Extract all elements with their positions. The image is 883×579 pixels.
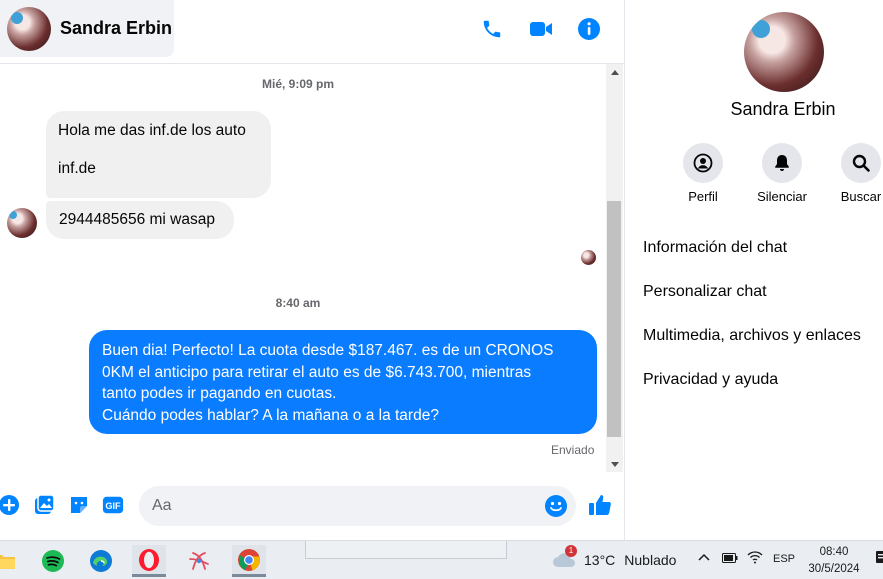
windows-taskbar: 1 13°C Nublado ESP 08:40 30/5/2024 [0, 540, 883, 579]
search-icon [841, 143, 881, 183]
spotify-icon[interactable] [36, 545, 70, 577]
gif-icon[interactable]: GIF [102, 494, 124, 516]
incoming-message[interactable]: Hola me das inf.de los auto inf.de [46, 111, 271, 198]
message-timestamp: 8:40 am [275, 296, 321, 310]
bell-icon [762, 143, 802, 183]
incoming-message[interactable]: 2944485656 mi wasap [46, 201, 234, 239]
app-icon[interactable] [182, 545, 216, 577]
contact-avatar [7, 6, 51, 51]
contact-profile-name: Sandra Erbin [730, 99, 836, 119]
scroll-down-arrow-icon[interactable] [606, 458, 623, 470]
contact-profile-avatar[interactable] [744, 12, 824, 92]
message-text: Hola me das inf.de los auto [58, 122, 246, 139]
profile-button[interactable]: Perfil [663, 143, 743, 204]
privacy-help-menu-item[interactable]: Privacidad y ayuda [643, 371, 778, 389]
chat-header: Sandra Erbin [0, 0, 624, 64]
weather-alert-badge: 1 [565, 545, 577, 557]
message-composer: GIF [0, 472, 624, 540]
phone-icon[interactable] [479, 16, 505, 42]
chat-info-panel: Sandra Erbin Perfil Silenciar Buscar Inf… [625, 0, 883, 540]
message-line: Buen dia! Perfecto! La cuota desde $187.… [102, 342, 554, 359]
search-button[interactable]: Buscar [821, 143, 883, 204]
scrollbar-thumb[interactable] [607, 201, 621, 437]
battery-icon[interactable] [722, 553, 738, 566]
mute-button[interactable]: Silenciar [742, 143, 822, 204]
mute-label: Silenciar [757, 189, 807, 204]
messenger-window: Sandra Erbin Mié, 9:09 pm Hola me das in… [0, 0, 883, 579]
chat-info-menu-item[interactable]: Información del chat [643, 239, 787, 257]
profile-icon [683, 143, 723, 183]
file-explorer-icon[interactable] [0, 545, 22, 577]
system-clock[interactable]: 08:40 30/5/2024 [804, 544, 864, 578]
message-line: tanto podes ir pagando en cuotas. [102, 385, 337, 402]
chat-column: Sandra Erbin Mié, 9:09 pm Hola me das in… [0, 0, 624, 540]
message-input[interactable] [139, 486, 576, 526]
outgoing-message[interactable]: Buen dia! Perfecto! La cuota desde $187.… [89, 330, 597, 434]
notification-icon[interactable] [876, 550, 883, 567]
customize-chat-menu-item[interactable]: Personalizar chat [643, 283, 767, 301]
media-files-links-menu-item[interactable]: Multimedia, archivos y enlaces [643, 327, 861, 345]
scroll-up-arrow-icon[interactable] [606, 66, 623, 78]
edge-icon[interactable] [84, 545, 118, 577]
message-text: 2944485656 mi wasap [59, 211, 215, 228]
link-preview-text: inf.de [58, 160, 96, 177]
gif-label: GIF [105, 501, 121, 511]
video-camera-icon[interactable] [528, 16, 554, 42]
chrome-icon[interactable] [232, 545, 266, 577]
contact-avatar-small[interactable] [7, 208, 37, 238]
clock-date: 30/5/2024 [808, 563, 860, 575]
message-line: Cuándo podes hablar? A la mañana o a la … [102, 406, 439, 424]
window-preview-edge [305, 541, 507, 559]
weather-widget[interactable]: 1 13°C Nublado [552, 545, 677, 571]
plus-icon[interactable] [0, 494, 20, 516]
opera-icon[interactable] [132, 545, 166, 577]
thumbs-up-icon[interactable] [588, 493, 612, 517]
info-icon[interactable] [576, 16, 602, 42]
weather-condition: Nublado [624, 552, 677, 568]
show-hidden-icons-chevron-icon[interactable] [698, 552, 710, 564]
seen-indicator-avatar [581, 250, 596, 265]
emoji-icon[interactable] [544, 494, 568, 518]
language-indicator[interactable]: ESP [773, 553, 795, 565]
contact-name: Sandra Erbin [60, 18, 173, 38]
temperature: 13°C [584, 552, 616, 568]
wifi-icon[interactable] [747, 550, 763, 567]
message-timestamp: Mié, 9:09 pm [261, 77, 335, 91]
sticker-icon[interactable] [68, 494, 90, 516]
contact-header-button[interactable]: Sandra Erbin [0, 0, 174, 57]
clock-time: 08:40 [819, 546, 849, 558]
photo-icon[interactable] [33, 494, 55, 516]
search-label: Buscar [840, 189, 882, 204]
message-line: 0KM el anticipo para retirar el auto es … [102, 363, 532, 381]
message-scrollbar[interactable] [606, 64, 623, 472]
message-list[interactable]: Mié, 9:09 pm Hola me das inf.de los auto… [0, 64, 606, 472]
message-status: Enviado [551, 443, 595, 457]
profile-label: Perfil [688, 189, 718, 204]
cloud-icon: 1 [552, 545, 577, 569]
